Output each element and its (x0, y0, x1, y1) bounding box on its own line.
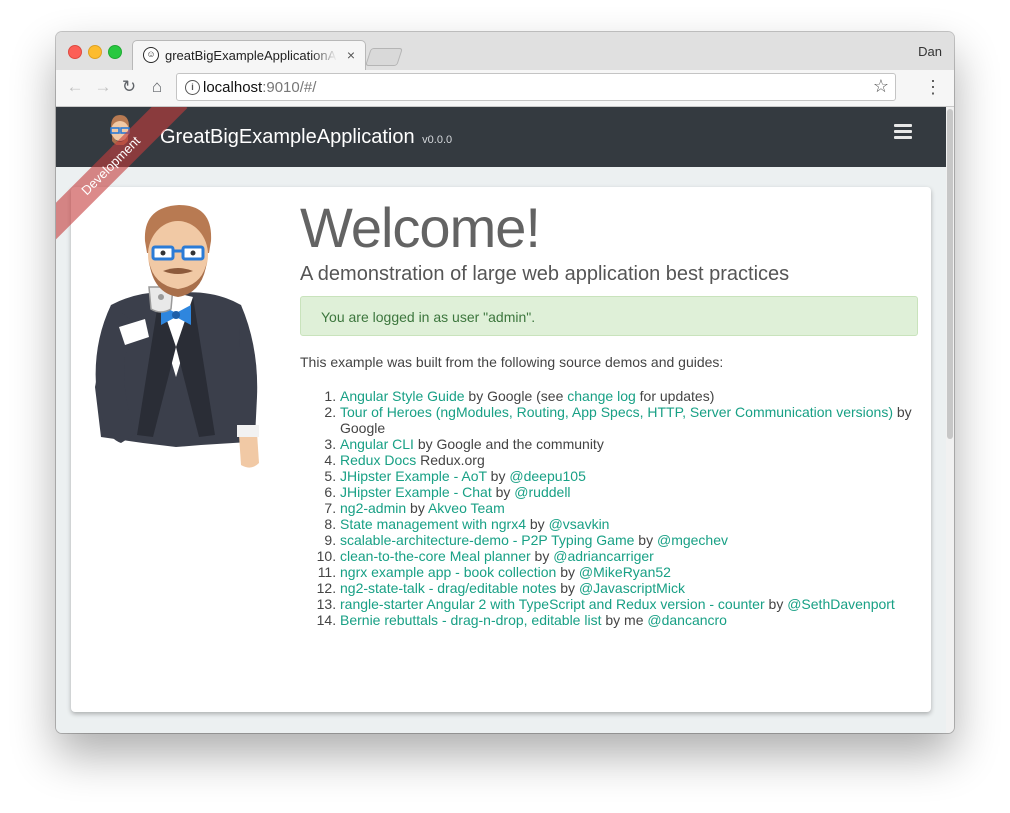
source-link[interactable]: ngrx example app - book collection (340, 564, 556, 580)
intro-text: This example was built from the followin… (300, 354, 724, 370)
list-item: scalable-architecture-demo - P2P Typing … (340, 532, 918, 548)
hipster-avatar-image (95, 205, 259, 468)
source-link[interactable]: Akveo Team (428, 500, 505, 516)
page-title: Welcome! (300, 196, 541, 259)
source-text: by (486, 468, 510, 484)
scrollbar-thumb[interactable] (947, 109, 953, 439)
page-viewport: GreatBigExampleApplication v0.0.0 Develo… (56, 107, 954, 733)
brand-version: v0.0.0 (422, 134, 453, 146)
list-item: Angular CLI by Google and the community (340, 436, 918, 452)
close-window-button[interactable] (68, 45, 82, 59)
title-bar: ☺ greatBigExampleApplicationApp × Dan (56, 32, 954, 71)
url-text[interactable]: localhost:9010/#/ (203, 79, 316, 96)
three-dots-menu-icon[interactable]: ⋮ (924, 76, 942, 98)
list-item: JHipster Example - AoT by @deepu105 (340, 468, 918, 484)
list-item: ng2-state-talk - drag/editable notes by … (340, 580, 918, 596)
app-brand[interactable]: GreatBigExampleApplication v0.0.0 (160, 126, 452, 149)
source-text: by Google (see (464, 388, 568, 404)
source-link[interactable]: Tour of Heroes (ngModules, Routing, App … (340, 404, 893, 420)
welcome-content: Welcome! A demonstration of large web ap… (300, 197, 918, 628)
favicon-icon: ☺ (143, 47, 159, 63)
zoom-window-button[interactable] (108, 45, 122, 59)
source-link[interactable]: ng2-state-talk - drag/editable notes (340, 580, 556, 596)
source-link[interactable]: @deepu105 (509, 468, 586, 484)
back-arrow-icon[interactable]: ← (64, 76, 86, 98)
source-text: by (556, 580, 579, 596)
source-text: by (491, 484, 515, 500)
list-item: Bernie rebuttals - drag-n-drop, editable… (340, 612, 918, 628)
list-item: Redux Docs Redux.org (340, 452, 918, 468)
reload-icon[interactable]: ↻ (118, 76, 140, 98)
source-text: by (406, 500, 428, 516)
source-link[interactable]: @dancancro (647, 612, 727, 628)
browser-window: ☺ greatBigExampleApplicationApp × Dan ← … (56, 32, 954, 733)
source-link[interactable]: Bernie rebuttals - drag-n-drop, editable… (340, 612, 601, 628)
source-link[interactable]: Angular CLI (340, 436, 414, 452)
browser-tab[interactable]: ☺ greatBigExampleApplicationApp × (132, 40, 366, 71)
list-item: ngrx example app - book collection by @M… (340, 564, 918, 580)
list-item: rangle-starter Angular 2 with TypeScript… (340, 596, 918, 612)
source-link[interactable]: @mgechev (657, 532, 728, 548)
source-text: Redux.org (416, 452, 485, 468)
app-navbar: GreatBigExampleApplication v0.0.0 (56, 107, 946, 167)
brand-name-text: GreatBigExampleApplication (160, 126, 415, 148)
source-link[interactable]: State management with ngrx4 (340, 516, 526, 532)
login-status-alert: You are logged in as user "admin". (300, 296, 918, 336)
source-link[interactable]: @ruddell (514, 484, 570, 500)
source-text: by (634, 532, 657, 548)
minimize-window-button[interactable] (88, 45, 102, 59)
source-link[interactable]: @MikeRyan52 (579, 564, 671, 580)
source-link[interactable]: @vsavkin (549, 516, 610, 532)
source-link[interactable]: scalable-architecture-demo - P2P Typing … (340, 532, 634, 548)
tab-close-icon[interactable]: × (347, 47, 355, 63)
address-bar[interactable]: i localhost:9010/#/ ☆ (176, 73, 896, 101)
source-text: by (556, 564, 579, 580)
source-link[interactable]: change log (567, 388, 636, 404)
hamburger-menu-icon[interactable] (894, 124, 912, 142)
browser-toolbar: ← → ↻ ⌂ i localhost:9010/#/ ☆ ⋮ (56, 70, 954, 107)
list-item: State management with ngrx4 by @vsavkin (340, 516, 918, 532)
source-link[interactable]: JHipster Example - AoT (340, 468, 487, 484)
source-link[interactable]: clean-to-the-core Meal planner (340, 548, 531, 564)
list-item: clean-to-the-core Meal planner by @adria… (340, 548, 918, 564)
source-text: by (526, 516, 549, 532)
source-text: by (764, 596, 788, 612)
source-text: by (530, 548, 554, 564)
list-item: Tour of Heroes (ngModules, Routing, App … (340, 404, 918, 436)
home-card: Welcome! A demonstration of large web ap… (71, 187, 931, 712)
source-link[interactable]: @SethDavenport (787, 596, 895, 612)
new-tab-button[interactable] (365, 48, 403, 66)
source-link[interactable]: @JavascriptMick (579, 580, 685, 596)
source-link[interactable]: ng2-admin (340, 500, 406, 516)
page-subtitle: A demonstration of large web application… (300, 263, 790, 285)
source-link[interactable]: rangle-starter Angular 2 with TypeScript… (340, 596, 765, 612)
info-icon[interactable]: i (185, 80, 200, 95)
bookmark-star-icon[interactable]: ☆ (873, 76, 889, 97)
url-path: :9010/#/ (262, 79, 317, 96)
list-item: ng2-admin by Akveo Team (340, 500, 918, 516)
tab-title: greatBigExampleApplicationApp (165, 48, 337, 63)
source-link[interactable]: Angular Style Guide (340, 388, 465, 404)
source-link[interactable]: Redux Docs (340, 452, 416, 468)
source-link[interactable]: @adriancarriger (553, 548, 654, 564)
list-item: JHipster Example - Chat by @ruddell (340, 484, 918, 500)
sources-list: Angular Style Guide by Google (see chang… (300, 388, 918, 628)
source-link[interactable]: JHipster Example - Chat (340, 484, 492, 500)
source-text: for updates) (635, 388, 715, 404)
page-scrollbar[interactable] (946, 107, 954, 733)
profile-name[interactable]: Dan (918, 44, 942, 59)
source-text: by me (601, 612, 648, 628)
source-text: by Google and the community (413, 436, 604, 452)
forward-arrow-icon[interactable]: → (92, 76, 114, 98)
home-icon[interactable]: ⌂ (146, 76, 168, 98)
url-host: localhost (203, 79, 263, 96)
list-item: Angular Style Guide by Google (see chang… (340, 388, 918, 404)
